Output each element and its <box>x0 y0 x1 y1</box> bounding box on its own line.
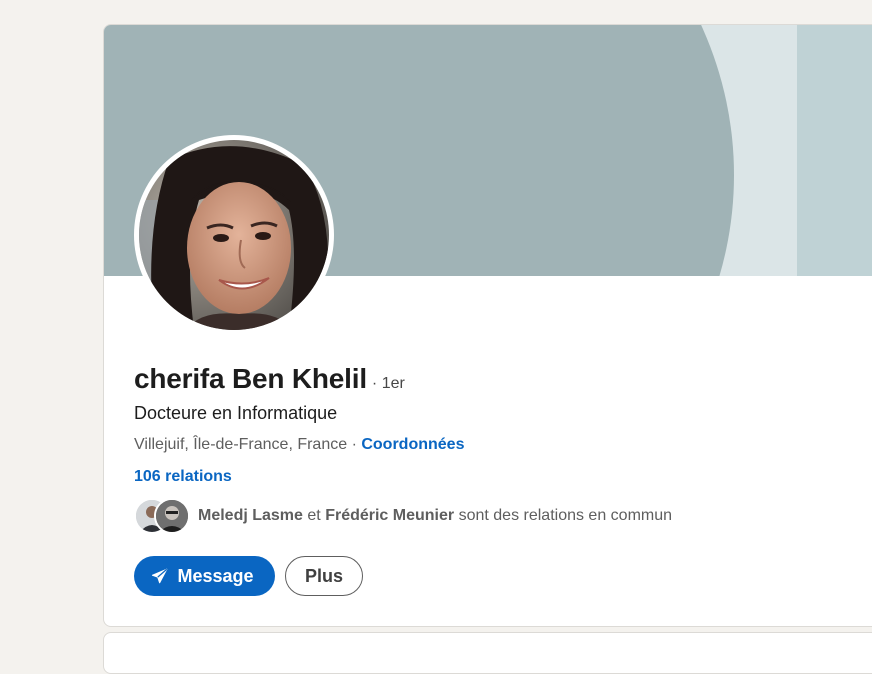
profile-location: Villejuif, Île-de-France, France <box>134 436 348 453</box>
mutual-connections[interactable]: Meledj Lasme et Frédéric Meunier sont de… <box>134 498 672 534</box>
connection-degree: · 1er <box>371 375 405 392</box>
name-row: cherifa Ben Khelil · 1er <box>134 363 405 395</box>
mutual-person-2: Frédéric Meunier <box>325 507 455 524</box>
message-button-label: Message <box>177 565 254 586</box>
more-button[interactable]: Plus <box>285 556 363 596</box>
more-button-label: Plus <box>304 565 343 586</box>
contact-info-link[interactable]: Coordonnées <box>361 436 464 453</box>
next-card <box>103 632 872 674</box>
mutual-avatar-2 <box>154 498 190 534</box>
profile-name: cherifa Ben Khelil <box>134 363 367 394</box>
profile-photo-illustration <box>139 140 329 330</box>
profile-card: cherifa Ben Khelil · 1er Docteure en Inf… <box>103 24 872 627</box>
person-icon <box>156 500 188 532</box>
profile-actions: Message Plus <box>134 556 363 596</box>
relations-link-label: 106 relations <box>134 468 232 485</box>
mutual-connector: et <box>307 507 321 524</box>
mutual-person-1: Meledj Lasme <box>198 507 303 524</box>
mutual-connections-text: Meledj Lasme et Frédéric Meunier sont de… <box>198 507 672 525</box>
message-button[interactable]: Message <box>134 556 275 596</box>
mutual-avatars <box>134 498 192 534</box>
profile-headline: Docteure en Informatique <box>134 403 338 423</box>
profile-photo[interactable] <box>139 140 329 330</box>
mutual-suffix: sont des relations en commun <box>458 507 673 524</box>
location-separator: · <box>347 436 362 453</box>
send-icon <box>152 568 168 584</box>
location-row: Villejuif, Île-de-France, France · Coord… <box>134 436 464 454</box>
relations-count-link[interactable]: 106 relations <box>134 468 232 486</box>
